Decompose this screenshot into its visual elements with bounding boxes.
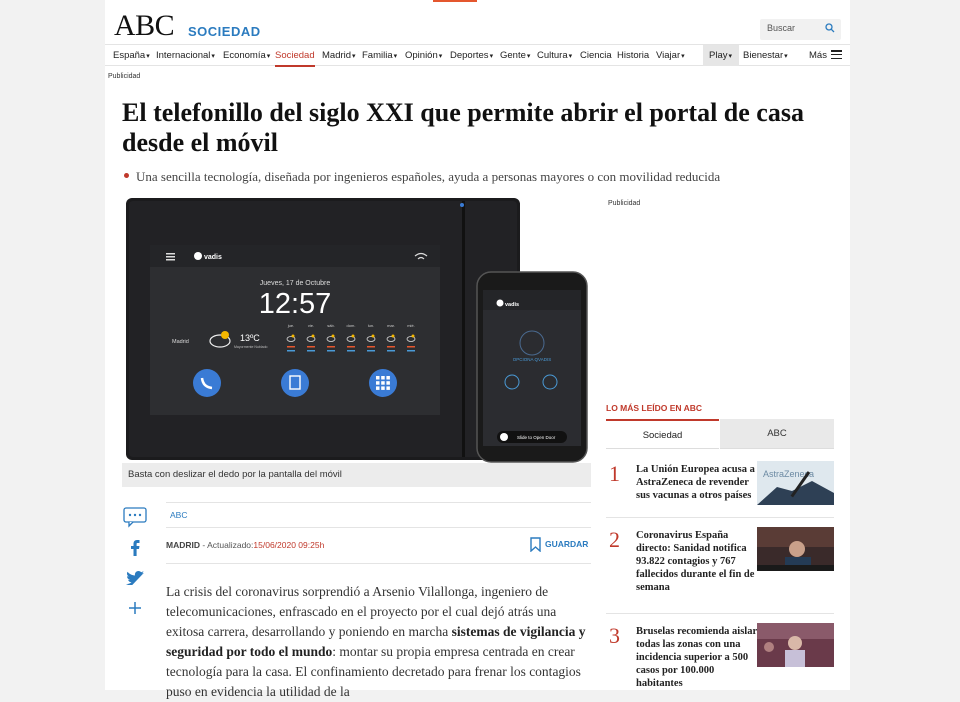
- nav-item-ciencia[interactable]: Ciencia: [580, 50, 612, 61]
- ad-label: Publicidad: [108, 73, 141, 80]
- ad-label-sidebar: Publicidad: [608, 200, 641, 207]
- nav-item-espana[interactable]: España▾: [113, 50, 150, 61]
- plus-icon[interactable]: [129, 602, 141, 614]
- nav-item-historia[interactable]: Historia: [617, 50, 649, 61]
- rank-number: 1: [609, 461, 620, 486]
- facebook-icon[interactable]: [129, 540, 141, 556]
- nav-item-viajar[interactable]: Viajar▾: [656, 50, 685, 61]
- section-title[interactable]: SOCIEDAD: [188, 24, 261, 39]
- comments-icon[interactable]: [123, 506, 147, 528]
- hero-image[interactable]: vadis Jueves, 17 de Octubre 12:57 Madrid…: [122, 195, 591, 463]
- rank-number: 3: [609, 623, 620, 648]
- list-item[interactable]: 3 Bruselas recomienda aislar todas las z…: [606, 623, 834, 690]
- svg-text:dom.: dom.: [347, 323, 356, 328]
- article-location: MADRID: [166, 540, 200, 550]
- list-item[interactable]: 2 Coronavirus España directo: Sanidad no…: [606, 527, 834, 614]
- phone-slide-label: Slide to Open Door: [517, 435, 556, 440]
- device-date: Jueves, 17 de Octubre: [260, 280, 331, 287]
- svg-text:mié.: mié.: [407, 323, 415, 328]
- nav-item-opinion[interactable]: Opinión▾: [405, 50, 442, 61]
- search-input[interactable]: Buscar: [760, 19, 841, 40]
- nav-item-play[interactable]: Play▾: [709, 50, 732, 61]
- subhead-bullet: [124, 173, 129, 178]
- device-time: 12:57: [259, 288, 332, 320]
- nav-item-mas[interactable]: Más: [809, 50, 827, 61]
- nav-item-sociedad[interactable]: Sociedad: [275, 50, 315, 67]
- svg-text:vie.: vie.: [308, 323, 314, 328]
- nav-item-deportes[interactable]: Deportes▾: [450, 50, 493, 61]
- svg-text:sáb.: sáb.: [327, 323, 335, 328]
- tab-abc[interactable]: ABC: [720, 419, 834, 449]
- svg-text:jue.: jue.: [287, 323, 294, 328]
- bookmark-icon: [530, 537, 541, 553]
- most-read-title: LO MÁS LEÍDO EN ABC: [606, 403, 703, 413]
- svg-text:lun.: lun.: [368, 323, 374, 328]
- device-brand: vadis: [204, 254, 222, 261]
- menu-icon[interactable]: [831, 50, 842, 60]
- news-thumbnail[interactable]: [757, 623, 834, 667]
- nav-item-familia[interactable]: Familia▾: [362, 50, 397, 61]
- updated-label: Actualizado:: [207, 540, 254, 550]
- nav-item-internacional[interactable]: Internacional▾: [156, 50, 215, 61]
- news-thumbnail[interactable]: AstraZeneca: [757, 461, 834, 505]
- article-body: La crisis del coronavirus sorprendió a A…: [166, 584, 586, 699]
- search-icon[interactable]: [825, 23, 835, 33]
- article-tag[interactable]: ABC: [170, 510, 187, 520]
- news-title[interactable]: La Unión Europea acusa a AstraZeneca de …: [636, 463, 758, 502]
- tab-sociedad[interactable]: Sociedad: [606, 419, 719, 449]
- save-label: GUARDAR: [545, 538, 589, 549]
- article-headline: El telefonillo del siglo XXI que permite…: [122, 98, 804, 157]
- save-button[interactable]: GUARDAR: [530, 537, 589, 553]
- article-meta: MADRID - Actualizado:15/06/2020 09:25h: [166, 540, 325, 550]
- news-title[interactable]: Coronavirus España directo: Sanidad noti…: [636, 529, 758, 594]
- divider: [166, 502, 591, 503]
- caption-text: Basta con deslizar el dedo por la pantal…: [128, 469, 342, 480]
- device-temp: 13ºC: [240, 333, 260, 343]
- abc-logo[interactable]: ABC: [114, 9, 175, 43]
- news-thumbnail[interactable]: [757, 527, 834, 571]
- divider: [166, 563, 591, 564]
- device-city: Madrid: [172, 339, 189, 345]
- device-weather: Mayormente Nublado: [234, 345, 268, 349]
- image-caption: Basta con deslizar el dedo por la pantal…: [122, 463, 591, 487]
- most-read-tabs: Sociedad ABC: [606, 419, 834, 449]
- svg-text:vadis: vadis: [505, 302, 519, 308]
- news-title[interactable]: Bruselas recomienda aislar todas las zon…: [636, 625, 758, 690]
- twitter-icon[interactable]: [126, 571, 144, 585]
- svg-text:mar.: mar.: [387, 323, 395, 328]
- nav-item-economia[interactable]: Economía▾: [223, 50, 270, 61]
- article-subhead: Una sencilla tecnología, diseñada por in…: [136, 169, 721, 184]
- list-item[interactable]: 1 La Unión Europea acusa a AstraZeneca d…: [606, 461, 834, 518]
- article-date: 15/06/2020 09:25h: [253, 540, 325, 550]
- main-nav: España▾ Internacional▾ Economía▾ Socieda…: [105, 44, 850, 67]
- nav-item-bienestar[interactable]: Bienestar▾: [743, 50, 788, 61]
- rank-number: 2: [609, 527, 620, 552]
- nav-item-gente[interactable]: Gente▾: [500, 50, 530, 61]
- top-accent-bar: [433, 0, 477, 2]
- phone-open-label: OPCIONA QVADIS: [513, 357, 551, 362]
- nav-item-madrid[interactable]: Madrid▾: [322, 50, 356, 61]
- nav-item-cultura[interactable]: Cultura▾: [537, 50, 572, 61]
- search-placeholder: Buscar: [767, 23, 796, 33]
- divider: [166, 527, 591, 528]
